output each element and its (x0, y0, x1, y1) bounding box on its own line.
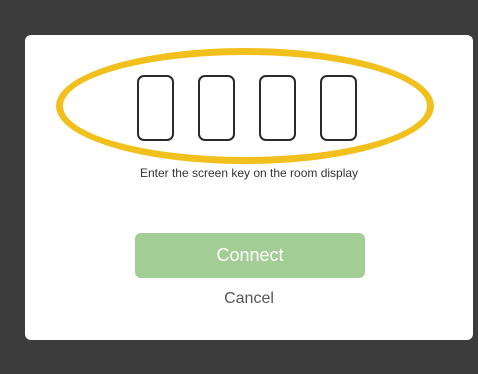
connect-button[interactable]: Connect (135, 233, 365, 278)
screen-key-digit-2[interactable] (198, 75, 235, 141)
screen-key-digit-3[interactable] (259, 75, 296, 141)
screen-key-dialog: Enter the screen key on the room display… (25, 35, 473, 340)
instruction-text: Enter the screen key on the room display (139, 166, 359, 180)
screen-key-input-group (137, 75, 361, 141)
screen-key-digit-1[interactable] (137, 75, 174, 141)
screen-key-digit-4[interactable] (320, 75, 357, 141)
cancel-button[interactable]: Cancel (199, 290, 299, 308)
